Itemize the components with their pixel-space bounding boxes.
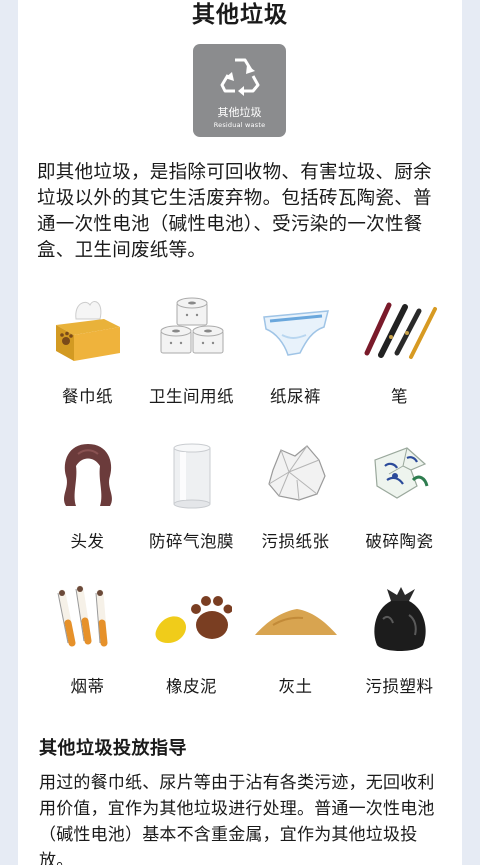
item-label: 笔 xyxy=(391,387,408,406)
crumpled-paper-icon xyxy=(267,445,326,501)
item-label: 头发 xyxy=(70,532,105,551)
guide-title: 其他垃圾投放指导 xyxy=(39,738,187,759)
recycle-arrows-icon xyxy=(220,58,260,96)
item-dust: 灰土 xyxy=(240,585,351,705)
page-title: 其他垃圾 xyxy=(192,2,288,28)
item-label: 餐巾纸 xyxy=(62,387,113,406)
item-label: 纸尿裤 xyxy=(270,387,321,406)
item-diaper: 纸尿裤 xyxy=(240,295,351,415)
item-label: 烟蒂 xyxy=(70,677,105,696)
item-label: 防碎气泡膜 xyxy=(149,532,234,551)
item-label: 污损纸张 xyxy=(261,532,330,551)
badge-label-zh: 其他垃圾 xyxy=(217,106,262,119)
item-garbage-bag: 污损塑料 xyxy=(344,585,455,705)
guide-paragraph: 用过的餐巾纸、尿片等由于沾有各类污迹，无回收利用价值，宜作为其他垃圾进行处理。普… xyxy=(39,773,435,865)
item-plasticine: 橡皮泥 xyxy=(136,585,247,705)
item-bubble-wrap: 防碎气泡膜 xyxy=(136,440,247,560)
item-toilet-paper: 卫生间用纸 xyxy=(136,295,247,415)
cigarette-butts-icon xyxy=(57,585,107,647)
residual-waste-badge: 其他垃圾 Residual waste xyxy=(193,44,286,137)
tissue-box-icon xyxy=(55,301,120,361)
toilet-paper-icon xyxy=(160,297,223,354)
dust-pile-icon xyxy=(254,609,337,635)
bubble-wrap-roll-icon xyxy=(173,443,210,509)
broken-ceramic-icon xyxy=(373,447,428,499)
item-label: 破碎陶瓷 xyxy=(365,532,434,551)
content-card: 其他垃圾 其他垃圾 Residual waste 即其他垃圾，是指除可回收物、有… xyxy=(18,0,462,865)
item-tissue: 餐巾纸 xyxy=(32,295,143,415)
item-label: 灰土 xyxy=(278,677,313,696)
item-label: 卫生间用纸 xyxy=(149,387,234,406)
item-crumpled-paper: 污损纸张 xyxy=(240,440,351,560)
item-label: 橡皮泥 xyxy=(166,677,217,696)
item-pens: 笔 xyxy=(344,295,455,415)
item-broken-ceramic: 破碎陶瓷 xyxy=(344,440,455,560)
plasticine-icon xyxy=(155,596,232,643)
item-hair: 头发 xyxy=(32,440,143,560)
pens-icon xyxy=(364,302,437,359)
diaper-icon xyxy=(262,310,329,356)
intro-paragraph: 即其他垃圾，是指除可回收物、有害垃圾、厨余垃圾以外的其它生活废弃物。包括砖瓦陶瓷… xyxy=(37,162,432,261)
item-label: 污损塑料 xyxy=(365,677,434,696)
badge-label-en: Residual waste xyxy=(213,121,266,129)
item-cigarette-butts: 烟蒂 xyxy=(32,585,143,705)
garbage-bag-icon xyxy=(373,587,426,651)
hair-icon xyxy=(63,444,112,506)
